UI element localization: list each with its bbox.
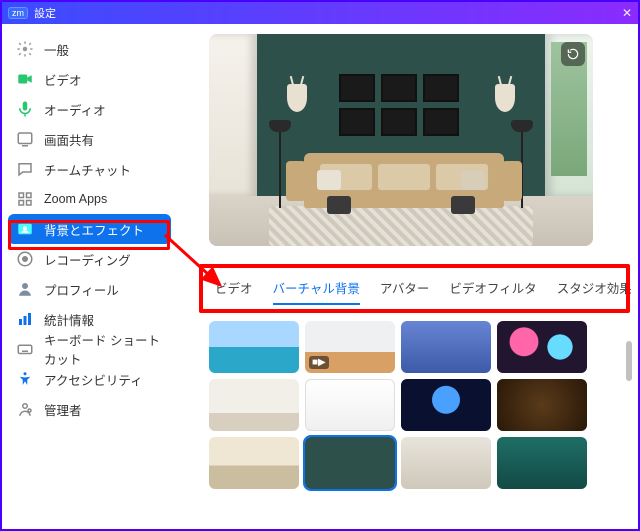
close-icon[interactable]: ✕ bbox=[622, 6, 632, 20]
sidebar: 一般ビデオオーディオ画面共有チームチャット Zoom Apps 背景とエフェクトレコ… bbox=[2, 24, 177, 529]
background-icon bbox=[16, 220, 34, 238]
sidebar-item-chat[interactable]: チームチャット bbox=[8, 154, 171, 184]
sidebar-item-label: 一般 bbox=[44, 40, 69, 59]
sidebar-item-share[interactable]: 画面共有 bbox=[8, 124, 171, 154]
general-icon bbox=[16, 40, 34, 58]
background-thumb[interactable] bbox=[497, 321, 587, 373]
background-thumb[interactable] bbox=[209, 379, 299, 431]
sidebar-item-admin[interactable]: 管理者 bbox=[8, 394, 171, 424]
video-badge-icon: ■▶ bbox=[309, 356, 329, 369]
background-thumb[interactable] bbox=[497, 437, 587, 489]
app-logo: zm bbox=[8, 7, 28, 19]
sidebar-item-label: プロフィール bbox=[44, 280, 119, 299]
sidebar-item-label: 画面共有 bbox=[44, 130, 94, 149]
sidebar-item-label: レコーディング bbox=[44, 250, 131, 269]
background-thumb[interactable] bbox=[305, 437, 395, 489]
titlebar: zm 設定 ✕ bbox=[2, 2, 638, 24]
tab-4[interactable]: スタジオ効果 bbox=[557, 274, 632, 305]
background-thumb[interactable] bbox=[305, 379, 395, 431]
sidebar-item-label: オーディオ bbox=[44, 100, 106, 119]
chat-icon bbox=[16, 160, 34, 178]
audio-icon bbox=[16, 100, 34, 118]
tab-1[interactable]: バーチャル背景 bbox=[273, 274, 360, 305]
video-preview bbox=[209, 34, 593, 246]
sidebar-item-label: 管理者 bbox=[44, 400, 82, 419]
scrollbar-thumb[interactable] bbox=[626, 341, 632, 381]
accessibility-icon bbox=[16, 370, 34, 388]
background-thumb[interactable] bbox=[209, 321, 299, 373]
sidebar-item-label: ビデオ bbox=[44, 70, 82, 89]
background-thumb[interactable] bbox=[401, 379, 491, 431]
sidebar-item-apps[interactable]: Zoom Apps bbox=[8, 184, 171, 214]
background-grid: ■▶ bbox=[209, 321, 620, 489]
sidebar-item-label: キーボード ショートカット bbox=[44, 330, 163, 368]
sidebar-item-audio[interactable]: オーディオ bbox=[8, 94, 171, 124]
sidebar-item-keyboard[interactable]: キーボード ショートカット bbox=[8, 334, 171, 364]
sidebar-item-accessibility[interactable]: アクセシビリティ bbox=[8, 364, 171, 394]
sidebar-item-recording[interactable]: レコーディング bbox=[8, 244, 171, 274]
sidebar-item-background[interactable]: 背景とエフェクト bbox=[8, 214, 171, 244]
background-thumb[interactable] bbox=[497, 379, 587, 431]
tab-0[interactable]: ビデオ bbox=[215, 274, 253, 305]
sidebar-item-general[interactable]: 一般 bbox=[8, 34, 171, 64]
profile-icon bbox=[16, 280, 34, 298]
sidebar-item-label: 統計情報 bbox=[44, 310, 94, 329]
recording-icon bbox=[16, 250, 34, 268]
background-thumb[interactable] bbox=[209, 437, 299, 489]
background-thumb[interactable] bbox=[401, 321, 491, 373]
stats-icon bbox=[16, 310, 34, 328]
sidebar-item-label: 背景とエフェクト bbox=[44, 220, 144, 239]
sidebar-item-label: Zoom Apps bbox=[44, 192, 107, 206]
keyboard-icon bbox=[16, 340, 34, 358]
tab-3[interactable]: ビデオフィルタ bbox=[449, 274, 536, 305]
sidebar-item-video[interactable]: ビデオ bbox=[8, 64, 171, 94]
main-panel: ビデオバーチャル背景アバタービデオフィルタスタジオ効果 ■▶ bbox=[177, 24, 638, 529]
video-icon bbox=[16, 70, 34, 88]
sidebar-item-profile[interactable]: プロフィール bbox=[8, 274, 171, 304]
background-thumb[interactable] bbox=[401, 437, 491, 489]
apps-icon bbox=[16, 190, 34, 208]
sidebar-item-label: チームチャット bbox=[44, 160, 131, 179]
admin-icon bbox=[16, 400, 34, 418]
tab-2[interactable]: アバター bbox=[380, 274, 430, 305]
rotate-icon[interactable] bbox=[561, 42, 585, 66]
background-thumb[interactable]: ■▶ bbox=[305, 321, 395, 373]
share-icon bbox=[16, 130, 34, 148]
sidebar-item-label: アクセシビリティ bbox=[44, 370, 143, 389]
window-title: 設定 bbox=[34, 5, 56, 21]
settings-window: zm 設定 ✕ 一般ビデオオーディオ画面共有チームチャットZoom Apps背景… bbox=[0, 0, 640, 531]
effects-tabs: ビデオバーチャル背景アバタービデオフィルタスタジオ効果 bbox=[209, 274, 620, 305]
